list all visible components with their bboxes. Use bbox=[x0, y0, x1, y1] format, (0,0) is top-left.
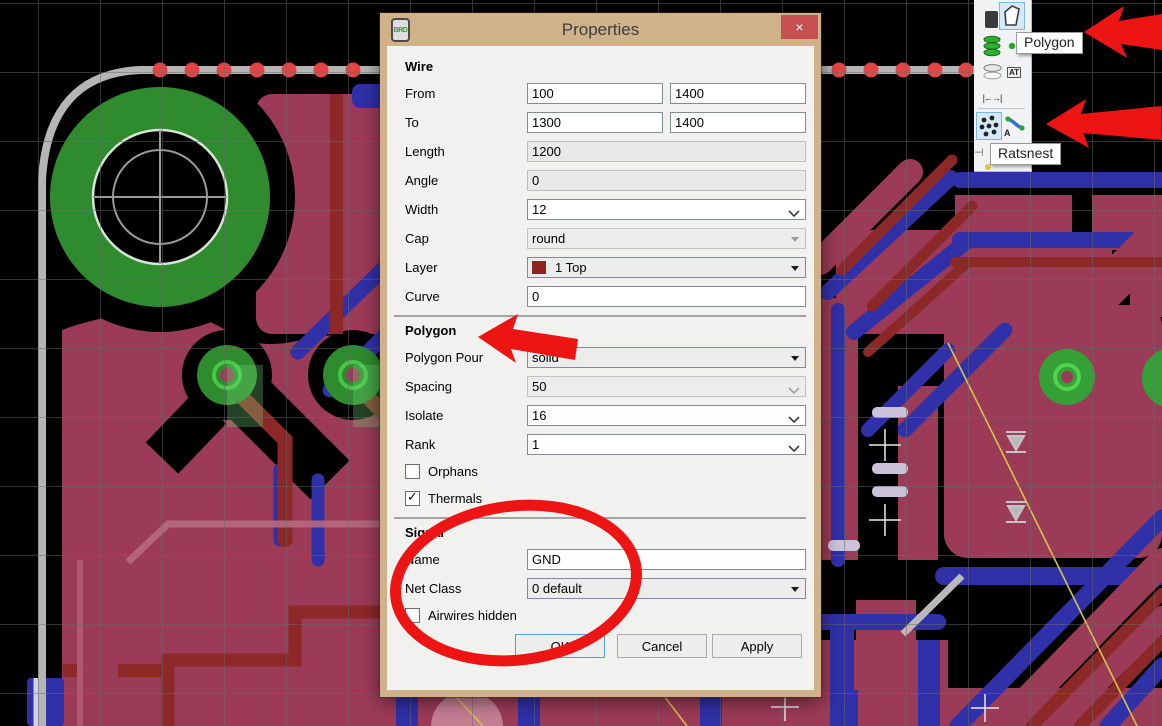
from-y-input[interactable] bbox=[670, 83, 806, 104]
orphans-label: Orphans bbox=[428, 464, 478, 479]
close-button[interactable]: × bbox=[781, 15, 818, 39]
net-class-dropdown[interactable]: 0 default bbox=[527, 578, 806, 599]
close-icon: × bbox=[795, 19, 804, 35]
airwires-hidden-checkbox[interactable] bbox=[405, 608, 420, 623]
layer-color-swatch bbox=[532, 261, 546, 274]
spacing-row: Spacing 50 bbox=[405, 376, 814, 397]
net-class-row: Net Class 0 default bbox=[405, 578, 814, 599]
cancel-button[interactable]: Cancel bbox=[617, 634, 707, 658]
signal-section-heading: Signal bbox=[405, 525, 445, 540]
toolbar-separator bbox=[978, 108, 1025, 109]
attribute-tool-icon[interactable]: AT bbox=[1001, 58, 1027, 86]
polygon-pour-dropdown[interactable]: solid bbox=[527, 347, 806, 368]
chevron-down-icon bbox=[788, 383, 800, 398]
isolate-label: Isolate bbox=[405, 408, 444, 423]
angle-label: Angle bbox=[405, 173, 439, 188]
angle-row: Angle bbox=[405, 170, 814, 191]
to-row: To bbox=[405, 112, 814, 133]
check-icon: ✓ bbox=[407, 489, 418, 504]
curve-row: Curve bbox=[405, 286, 814, 307]
thermals-label: Thermals bbox=[428, 491, 483, 506]
orphans-row: Orphans bbox=[405, 463, 814, 480]
from-row: From bbox=[405, 83, 814, 104]
chevron-down-icon bbox=[788, 206, 800, 221]
chevron-down-icon bbox=[788, 412, 800, 427]
spacing-label: Spacing bbox=[405, 379, 452, 394]
cap-combobox: round bbox=[527, 228, 806, 249]
width-combobox[interactable]: 12 bbox=[527, 199, 806, 220]
ok-button[interactable]: OK bbox=[515, 634, 605, 658]
dialog-title: Properties bbox=[561, 20, 640, 39]
ratsnest-tool-icon[interactable] bbox=[976, 112, 1002, 140]
apply-button[interactable]: Apply bbox=[712, 634, 802, 658]
length-label: Length bbox=[405, 144, 445, 159]
layer-dropdown[interactable]: 1 Top bbox=[527, 257, 806, 278]
measure-tool-icon[interactable]: ⊣ bbox=[974, 146, 984, 159]
polygon-tool-icon[interactable] bbox=[999, 2, 1025, 30]
curve-label: Curve bbox=[405, 289, 440, 304]
isolate-row: Isolate 16 bbox=[405, 405, 814, 426]
polygon-pour-row: Polygon Pour solid bbox=[405, 347, 814, 368]
section-separator bbox=[394, 315, 806, 317]
dialog-body: Wire From To Length Angle Width bbox=[387, 46, 814, 690]
orphans-checkbox[interactable] bbox=[405, 464, 420, 479]
angle-input bbox=[527, 170, 806, 191]
svg-text:A: A bbox=[1004, 128, 1011, 138]
to-label: To bbox=[405, 115, 419, 130]
name-row: Name bbox=[405, 549, 814, 570]
isolate-combobox[interactable]: 16 bbox=[527, 405, 806, 426]
rank-row: Rank 1 bbox=[405, 434, 814, 455]
width-label: Width bbox=[405, 202, 439, 217]
layer-label: Layer bbox=[405, 260, 438, 275]
section-separator bbox=[394, 517, 806, 519]
from-label: From bbox=[405, 86, 436, 101]
rank-combobox[interactable]: 1 bbox=[527, 434, 806, 455]
name-label: Name bbox=[405, 552, 440, 567]
brd-file-icon: BRD bbox=[391, 18, 410, 42]
dropdown-arrow-icon bbox=[791, 266, 799, 275]
wire-section-heading: Wire bbox=[405, 59, 434, 74]
dropdown-arrow-icon bbox=[791, 237, 799, 246]
length-input bbox=[527, 141, 806, 162]
thermals-row: ✓ Thermals bbox=[405, 489, 814, 507]
ratsnest-tooltip: Ratsnest bbox=[990, 143, 1062, 165]
polygon-pour-label: Polygon Pour bbox=[405, 350, 484, 365]
signal-name-input[interactable] bbox=[527, 549, 806, 570]
net-class-label: Net Class bbox=[405, 581, 462, 596]
route-tool-icon[interactable]: A bbox=[1002, 112, 1028, 140]
to-x-input[interactable] bbox=[527, 112, 663, 133]
airwires-hidden-label: Airwires hidden bbox=[428, 608, 517, 623]
spacing-combobox: 50 bbox=[527, 376, 806, 397]
eagle-board-editor: BRD Properties × Wire From To Length Ang… bbox=[0, 0, 1162, 726]
from-x-input[interactable] bbox=[527, 83, 663, 104]
layer-row: Layer 1 Top bbox=[405, 257, 814, 278]
rank-label: Rank bbox=[405, 437, 436, 452]
thermals-checkbox[interactable]: ✓ bbox=[405, 489, 420, 506]
width-row: Width 12 bbox=[405, 199, 814, 220]
length-row: Length bbox=[405, 141, 814, 162]
polygon-section-heading: Polygon bbox=[405, 323, 457, 338]
chevron-down-icon bbox=[788, 441, 800, 456]
cap-row: Cap round bbox=[405, 228, 814, 249]
dialog-buttons: OK Cancel Apply bbox=[515, 634, 814, 658]
dropdown-arrow-icon bbox=[791, 356, 799, 365]
curve-input[interactable] bbox=[527, 286, 806, 307]
airwires-row: Airwires hidden bbox=[405, 607, 814, 624]
cap-label: Cap bbox=[405, 231, 429, 246]
properties-dialog: BRD Properties × Wire From To Length Ang… bbox=[380, 13, 821, 697]
dialog-titlebar[interactable]: BRD Properties × bbox=[380, 13, 821, 46]
dropdown-arrow-icon bbox=[791, 587, 799, 596]
polygon-tooltip: Polygon bbox=[1016, 32, 1083, 54]
to-y-input[interactable] bbox=[670, 112, 806, 133]
